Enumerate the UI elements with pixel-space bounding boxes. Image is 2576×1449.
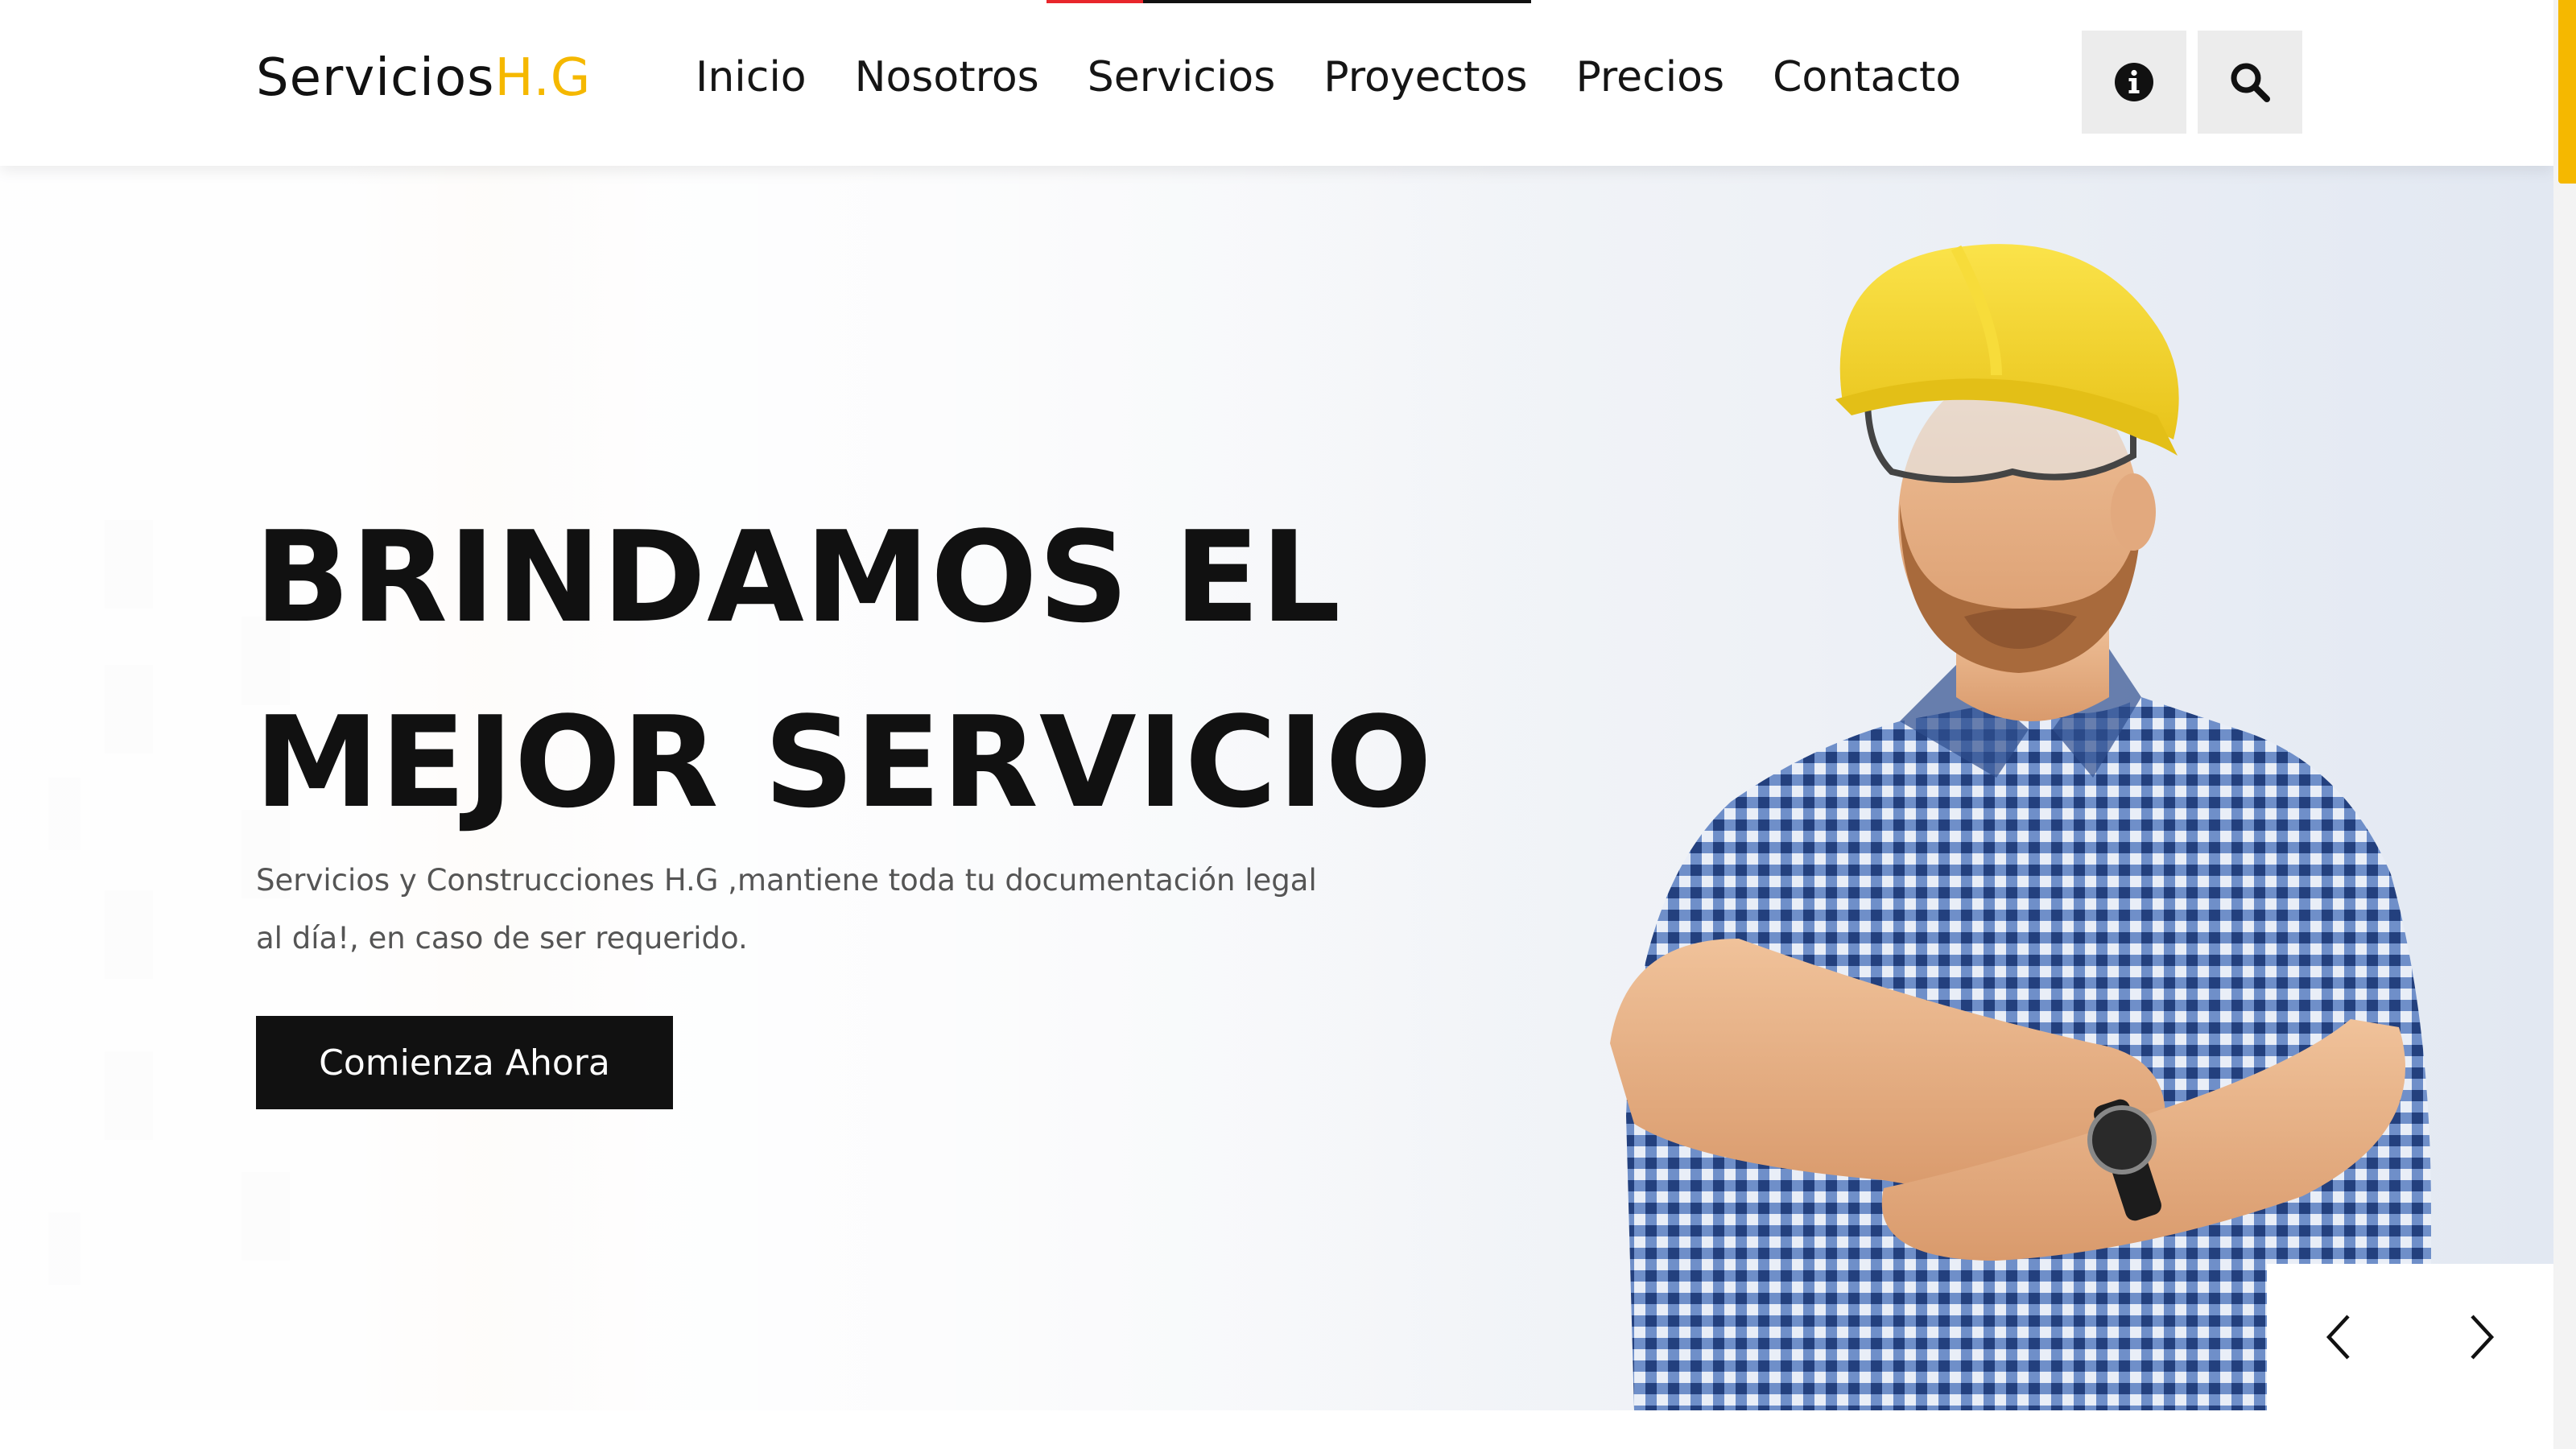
hero-headline-line-1: BRINDAMOS EL [254,504,1342,650]
nav-item-precios[interactable]: Precios [1575,53,1724,101]
hero-description: Servicios y Construcciones H.G ,mantiene… [256,863,1317,956]
logo-main-text: Servicios [256,48,495,108]
chevron-left-icon [2326,1315,2350,1360]
logo-accent-text: H.G [494,48,592,108]
hero-headline: BRINDAMOS EL MEJOR SERVICIO [254,485,1433,855]
info-icon [2115,63,2153,101]
search-button[interactable] [2198,31,2302,134]
page: ServiciosH.G Inicio Nosotros Servicios P… [0,0,2576,1449]
nav-item-nosotros[interactable]: Nosotros [855,53,1039,101]
slider-prev-button[interactable] [2306,1297,2371,1377]
site-header: ServiciosH.G Inicio Nosotros Servicios P… [0,0,2553,166]
construction-worker-image [1610,244,2431,1410]
chevron-right-icon [2471,1315,2495,1360]
page-loading-bar-fill [1046,0,1144,3]
nav-item-contacto[interactable]: Contacto [1773,53,1961,101]
hero-section: BRINDAMOS EL MEJOR SERVICIO Servicios y … [0,166,2553,1410]
hero-headline-line-2: MEJOR SERVICIO [254,689,1433,836]
nav-item-proyectos[interactable]: Proyectos [1323,53,1527,101]
comienza-ahora-button[interactable]: Comienza Ahora [256,1016,673,1109]
nav-item-inicio[interactable]: Inicio [696,53,807,101]
page-loading-bar [1046,0,1531,3]
site-logo[interactable]: ServiciosH.G [256,48,591,108]
slider-next-button[interactable] [2450,1297,2514,1377]
scrollbar-thumb[interactable] [2558,0,2576,184]
info-button[interactable] [2082,31,2186,134]
main-nav: Inicio Nosotros Servicios Proyectos Prec… [696,53,1961,101]
hero-bottom-edge [0,1410,2553,1449]
search-icon [2231,63,2270,102]
slider-navigation [2267,1264,2553,1410]
page-scrollbar[interactable] [2553,0,2576,1449]
nav-item-servicios[interactable]: Servicios [1088,53,1276,101]
